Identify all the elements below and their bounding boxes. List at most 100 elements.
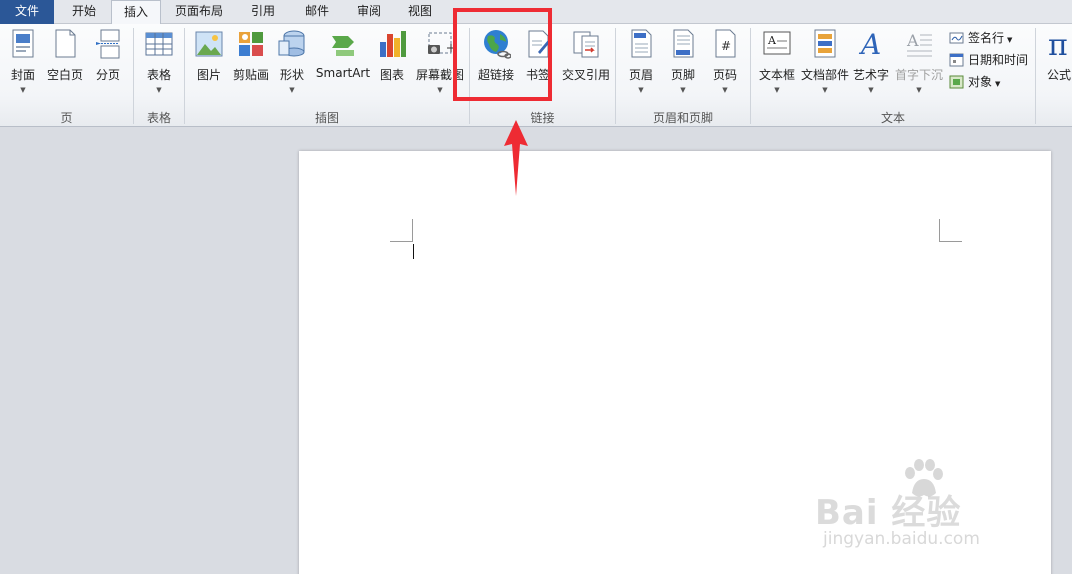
cross-reference-label: 交叉引用 xyxy=(561,68,610,82)
clipart-icon xyxy=(236,28,266,60)
svg-text:A: A xyxy=(906,31,919,50)
chevron-down-icon: ▼ xyxy=(868,86,874,94)
svg-text:A: A xyxy=(858,28,881,60)
header-icon xyxy=(626,28,656,60)
group-label-pages: 页 xyxy=(60,111,73,125)
group-label-header-footer: 页眉和页脚 xyxy=(652,111,713,125)
group-text: A 文本框 ▼ 文档部件 ▼ A 艺术字 ▼ A 首字下沉 ▼ 签名行 ▼ 日期… xyxy=(751,24,1035,127)
signature-line-label: 签名行 xyxy=(968,31,1005,45)
cover-page-label: 封面 xyxy=(10,68,35,82)
chevron-down-icon: ▼ xyxy=(1007,36,1013,44)
chevron-down-icon: ▼ xyxy=(289,86,295,94)
drop-cap-button[interactable]: A 首字下沉 ▼ xyxy=(893,28,945,94)
textbox-button[interactable]: A 文本框 ▼ xyxy=(756,28,798,94)
shapes-button[interactable]: 形状 ▼ xyxy=(276,28,308,94)
tab-review[interactable]: 审阅 xyxy=(344,0,394,24)
chevron-down-icon: ▼ xyxy=(638,86,644,94)
group-pages: 封面 ▼ 空白页 分页 页 xyxy=(0,24,133,127)
cover-page-button[interactable]: 封面 ▼ xyxy=(6,28,40,94)
quick-parts-button[interactable]: 文档部件 ▼ xyxy=(799,28,851,94)
tab-mailings[interactable]: 邮件 xyxy=(292,0,342,24)
object-button[interactable]: 对象 ▼ xyxy=(949,73,1000,91)
page-number-button[interactable]: # 页码 ▼ xyxy=(708,28,742,94)
tab-references[interactable]: 引用 xyxy=(238,0,288,24)
quick-parts-label: 文档部件 xyxy=(800,68,849,82)
group-label-tables: 表格 xyxy=(146,111,171,125)
date-time-button[interactable]: 日期和时间 xyxy=(949,51,1028,69)
chevron-down-icon: ▼ xyxy=(822,86,828,94)
wordart-button[interactable]: A 艺术字 ▼ xyxy=(852,28,890,94)
footer-icon xyxy=(668,28,698,60)
shapes-icon xyxy=(277,28,307,60)
picture-label: 图片 xyxy=(196,68,221,82)
equation-button[interactable]: π 公式 xyxy=(1042,28,1072,83)
picture-icon xyxy=(194,28,224,60)
quick-parts-icon xyxy=(810,28,840,60)
page-break-button[interactable]: 分页 xyxy=(92,28,124,83)
svg-text:π: π xyxy=(1048,28,1068,60)
tab-page-layout[interactable]: 页面布局 xyxy=(166,0,232,24)
calendar-icon xyxy=(949,53,965,67)
clipart-label: 剪贴画 xyxy=(232,68,269,82)
chevron-down-icon: ▼ xyxy=(995,80,1001,88)
wordart-icon: A xyxy=(856,28,886,61)
page-number-icon: # xyxy=(710,28,740,60)
group-label-links: 链接 xyxy=(530,111,555,125)
textbox-icon: A xyxy=(762,28,792,60)
signature-icon xyxy=(949,31,965,45)
table-label: 表格 xyxy=(146,68,171,82)
object-label: 对象 xyxy=(968,75,993,89)
cross-reference-icon xyxy=(571,28,601,60)
wordart-label: 艺术字 xyxy=(852,68,889,82)
crop-mark-top-right xyxy=(939,219,962,242)
blank-page-icon xyxy=(50,28,80,60)
smartart-label: SmartArt xyxy=(315,66,371,80)
screenshot-icon xyxy=(425,28,455,60)
group-label-illustrations: 插图 xyxy=(314,111,339,125)
tab-view[interactable]: 视图 xyxy=(395,0,445,24)
group-symbols: π 公式 xyxy=(1036,24,1072,127)
baidu-watermark: Bai 经验 jingyan.baidu.com xyxy=(815,455,1045,555)
blank-page-label: 空白页 xyxy=(46,68,83,82)
watermark-url: jingyan.baidu.com xyxy=(823,529,980,549)
drop-cap-icon: A xyxy=(904,28,934,60)
chevron-down-icon: ▼ xyxy=(20,86,26,94)
footer-label: 页脚 xyxy=(670,68,695,82)
page-break-label: 分页 xyxy=(95,68,120,82)
table-icon xyxy=(144,28,174,60)
blank-page-button[interactable]: 空白页 xyxy=(45,28,85,83)
header-button[interactable]: 页眉 ▼ xyxy=(624,28,658,94)
chevron-down-icon: ▼ xyxy=(680,86,686,94)
textbox-label: 文本框 xyxy=(758,68,795,82)
watermark-brand: Bai 经验 xyxy=(815,493,962,533)
svg-text:A: A xyxy=(767,34,777,47)
tab-insert[interactable]: 插入 xyxy=(111,0,161,25)
shapes-label: 形状 xyxy=(279,68,304,82)
chart-icon xyxy=(377,28,407,60)
chevron-down-icon: ▼ xyxy=(916,86,922,94)
chart-button[interactable]: 图表 xyxy=(375,28,409,83)
arrow-up-icon xyxy=(504,120,528,196)
crop-mark-top-left xyxy=(390,219,413,242)
chevron-down-icon: ▼ xyxy=(722,86,728,94)
table-button[interactable]: 表格 ▼ xyxy=(142,28,176,94)
page-number-label: 页码 xyxy=(712,68,737,82)
picture-button[interactable]: 图片 xyxy=(193,28,225,83)
group-tables: 表格 ▼ 表格 xyxy=(134,24,184,127)
chart-label: 图表 xyxy=(379,68,404,82)
group-illustrations: 图片 剪贴画 形状 ▼ SmartArt 图表 屏幕截图 ▼ 插图 xyxy=(185,24,469,127)
svg-text:#: # xyxy=(721,39,731,53)
pi-icon: π xyxy=(1044,28,1072,63)
signature-line-button[interactable]: 签名行 ▼ xyxy=(949,29,1012,47)
tab-file[interactable]: 文件 xyxy=(0,0,54,24)
clipart-button[interactable]: 剪贴画 xyxy=(231,28,271,83)
header-label: 页眉 xyxy=(628,68,653,82)
text-cursor xyxy=(413,244,414,259)
hyperlink-highlight-box xyxy=(453,8,552,101)
cross-reference-button[interactable]: 交叉引用 xyxy=(559,28,613,83)
equation-label: 公式 xyxy=(1046,68,1071,82)
footer-button[interactable]: 页脚 ▼ xyxy=(666,28,700,94)
chevron-down-icon: ▼ xyxy=(774,86,780,94)
tab-home[interactable]: 开始 xyxy=(58,0,110,24)
smartart-button[interactable]: SmartArt xyxy=(315,28,371,80)
